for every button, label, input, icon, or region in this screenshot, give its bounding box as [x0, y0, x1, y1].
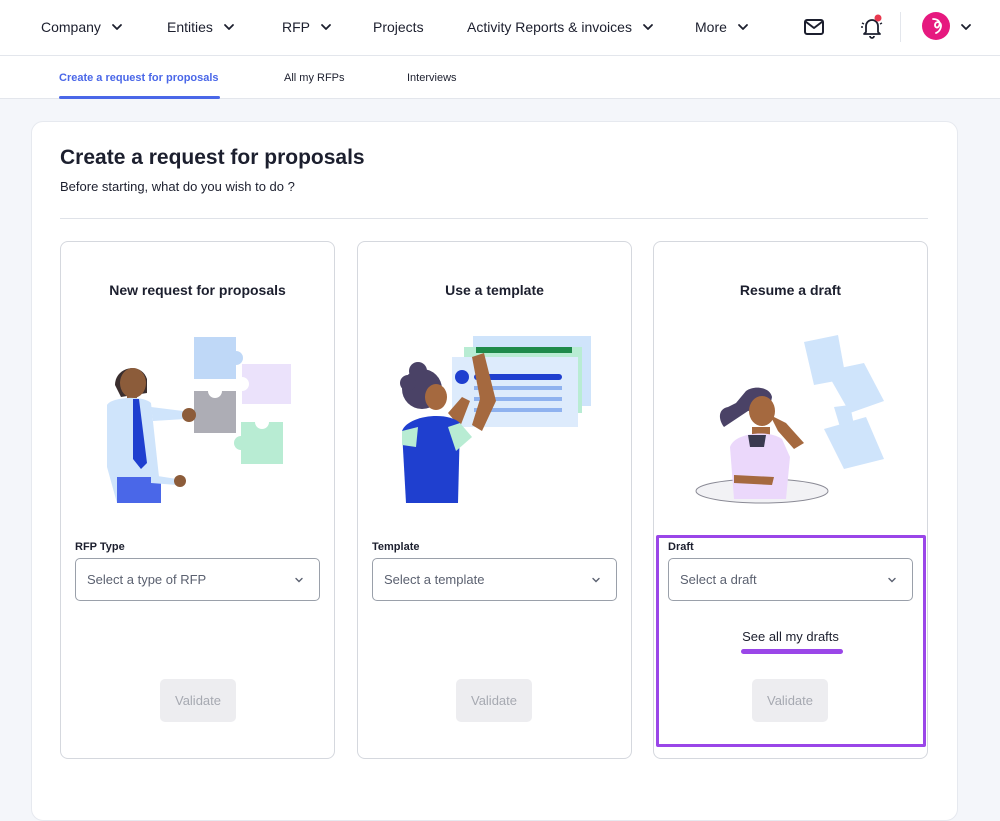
chevron-down-icon	[321, 24, 331, 30]
tab-all-my-rfps[interactable]: All my RFPs	[284, 56, 345, 99]
draft-illustration	[695, 335, 884, 504]
section-divider	[60, 218, 928, 219]
template-label: Template	[372, 541, 420, 553]
draft-placeholder: Select a draft	[680, 572, 757, 587]
puzzle-illustration	[107, 337, 291, 503]
notification-dot	[874, 14, 882, 22]
nav-rfp[interactable]: RFP	[282, 0, 332, 54]
nav-projects[interactable]: Projects	[373, 0, 424, 54]
tab-create-rfp[interactable]: Create a request for proposals	[59, 56, 219, 99]
person-figure	[400, 353, 496, 503]
person-figure	[107, 368, 196, 503]
option-title: Resume a draft	[739, 282, 842, 298]
link-highlight-underline	[741, 649, 843, 654]
option-title: Use a template	[445, 282, 544, 298]
nav-activity-reports-label: Activity Reports & invoices	[467, 19, 632, 35]
nav-projects-label: Projects	[373, 19, 424, 35]
nav-company[interactable]: Company	[41, 0, 123, 54]
chevron-down-icon	[888, 577, 896, 582]
mail-icon[interactable]	[801, 14, 827, 40]
bell-icon[interactable]	[859, 14, 885, 40]
chevron-down-icon	[643, 24, 653, 30]
nav-divider	[900, 12, 901, 42]
validate-button[interactable]: Validate	[160, 679, 236, 722]
validate-button[interactable]: Validate	[752, 679, 828, 722]
validate-button[interactable]: Validate	[456, 679, 532, 722]
template-placeholder: Select a template	[384, 572, 485, 587]
template-select[interactable]: Select a template	[372, 558, 617, 601]
active-tab-indicator	[59, 96, 220, 99]
rfp-type-select[interactable]: Select a type of RFP	[75, 558, 320, 601]
option-card-new-rfp: New request for proposals RFP Type Selec…	[60, 241, 335, 759]
see-all-drafts-link[interactable]: See all my drafts	[654, 629, 927, 644]
chevron-down-icon	[112, 24, 122, 30]
avatar-logo-icon	[932, 18, 942, 34]
template-illustration	[400, 336, 591, 503]
nav-more[interactable]: More	[695, 0, 749, 54]
nav-company-label: Company	[41, 19, 101, 35]
nav-rfp-label: RFP	[282, 19, 310, 35]
rfp-type-placeholder: Select a type of RFP	[87, 572, 207, 587]
nav-activity-reports[interactable]: Activity Reports & invoices	[467, 0, 654, 54]
page-title: Create a request for proposals	[60, 146, 365, 169]
rfp-type-label: RFP Type	[75, 541, 125, 553]
person-figure	[695, 387, 829, 504]
nav-more-label: More	[695, 19, 727, 35]
puzzle-pieces	[194, 337, 291, 464]
avatar[interactable]	[922, 12, 950, 40]
document-stack	[452, 336, 591, 427]
sub-tabs: Create a request for proposals All my RF…	[0, 56, 1000, 99]
chevron-down-icon	[295, 577, 303, 582]
account-chevron-down-icon[interactable]	[960, 21, 972, 33]
chevron-down-icon	[224, 24, 234, 30]
option-card-template: Use a template Template Select a templat…	[357, 241, 632, 759]
draft-select[interactable]: Select a draft	[668, 558, 913, 601]
option-card-draft: Resume a draft Draft Select a draft See …	[653, 241, 928, 759]
nav-entities[interactable]: Entities	[167, 0, 235, 54]
chevron-down-icon	[592, 577, 600, 582]
nav-entities-label: Entities	[167, 19, 213, 35]
page-subtitle: Before starting, what do you wish to do …	[60, 179, 295, 194]
option-title: New request for proposals	[109, 282, 286, 298]
chevron-down-icon	[738, 24, 748, 30]
draft-label: Draft	[668, 541, 694, 553]
top-navigation: Company Entities RFP Projects Activity R…	[0, 0, 1000, 56]
flying-papers	[804, 335, 884, 469]
tab-interviews[interactable]: Interviews	[407, 56, 457, 99]
